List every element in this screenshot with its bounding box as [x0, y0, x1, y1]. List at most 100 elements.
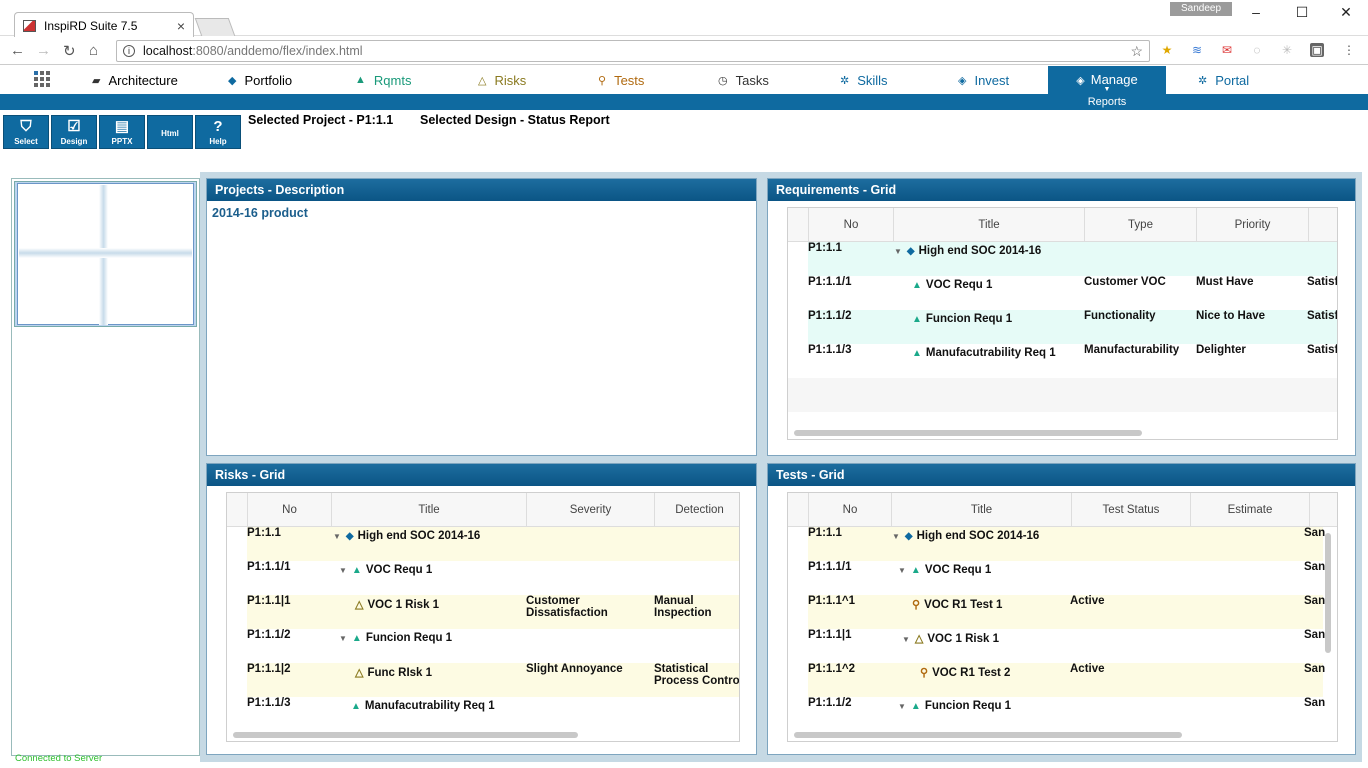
- table-row[interactable]: P1:1.1/1 ▲ VOC Requ 1 Customer VOC Must H…: [808, 276, 1337, 310]
- bookmark-star-icon[interactable]: ☆: [1130, 43, 1143, 60]
- nav-tasks[interactable]: ◷ Tasks: [718, 66, 769, 94]
- col-header[interactable]: Detection: [654, 493, 739, 527]
- chevron-down-icon: ▼: [1103, 86, 1111, 93]
- title-text: VOC R1 Test 1: [924, 599, 1003, 611]
- expand-icon[interactable]: ▼: [898, 566, 906, 575]
- col-header[interactable]: Test Status: [1071, 493, 1190, 527]
- reload-icon[interactable]: ↻: [63, 42, 76, 60]
- cell-no: P1:1.1/1: [808, 276, 852, 288]
- table-row[interactable]: P1:1.1/1 ▼ ▲ VOC Requ 1 San: [808, 561, 1325, 595]
- cell-title: ▼ ◆ High end SOC 2014-16: [333, 530, 480, 542]
- expand-icon[interactable]: ▼: [894, 247, 902, 256]
- table-row[interactable]: P1:1.1|1 △ VOC 1 Risk 1 Customer Dissatis…: [247, 595, 739, 629]
- cell-priority: Nice to Have: [1196, 310, 1266, 322]
- extension-snow-icon[interactable]: ✳: [1280, 43, 1294, 57]
- title-text: Funcion Requ 1: [365, 632, 453, 644]
- cell-no: P1:1.1: [808, 527, 842, 539]
- nav-rqmts[interactable]: ▲ Rqmts: [355, 66, 411, 94]
- cell-no: P1:1.1: [808, 242, 842, 254]
- forward-icon[interactable]: →: [36, 42, 51, 59]
- nav-risks[interactable]: △ Risks: [478, 66, 526, 94]
- table-row[interactable]: P1:1.1^1 ⚲ VOC R1 Test 1 Active San: [808, 595, 1325, 629]
- apps-grid-icon[interactable]: [32, 70, 54, 88]
- col-header[interactable]: Title: [891, 493, 1071, 527]
- select-button[interactable]: ⛉ Select: [3, 115, 49, 149]
- col-header[interactable]: Severity: [526, 493, 654, 527]
- triangle-icon: ▲: [351, 565, 362, 576]
- col-header[interactable]: Type: [1084, 208, 1196, 242]
- col-header[interactable]: No: [808, 493, 891, 527]
- triangle-icon: ▲: [910, 701, 921, 712]
- table-row[interactable]: P1:1.1/2 ▲ Funcion Requ 1 Functionality N…: [808, 310, 1337, 344]
- col-header[interactable]: Priority: [1196, 208, 1308, 242]
- nav-manage-label[interactable]: ◈ Manage ▼: [1048, 72, 1166, 93]
- table-row[interactable]: P1:1.1/3 ▲ Manufacutrability Req 1 Manufa…: [808, 344, 1337, 378]
- nav-skills[interactable]: ✲ Skills: [840, 66, 888, 94]
- nav-tests[interactable]: ⚲ Tests: [598, 66, 644, 94]
- expand-icon[interactable]: ▼: [339, 566, 347, 575]
- table-row[interactable]: P1:1.1|1 ▼ △ VOC 1 Risk 1 San: [808, 629, 1325, 663]
- nav-portfolio[interactable]: ◆ Portfolio: [228, 66, 292, 94]
- new-tab-button[interactable]: [194, 18, 236, 36]
- extension-star-icon[interactable]: ★: [1160, 43, 1174, 57]
- help-button[interactable]: ? Help: [195, 115, 241, 149]
- cell-title: ▼ ▲ Funcion Requ 1: [898, 700, 1011, 712]
- cell-severity: Slight Annoyance: [526, 663, 623, 675]
- minimize-icon[interactable]: –: [1244, 4, 1268, 20]
- back-icon[interactable]: ←: [10, 42, 25, 59]
- pptx-button[interactable]: ▤ PPTX: [99, 115, 145, 149]
- horizontal-scrollbar[interactable]: [233, 732, 578, 738]
- nav-label: Tests: [614, 72, 645, 88]
- user-badge[interactable]: Sandeep: [1170, 2, 1232, 16]
- expand-icon[interactable]: ▼: [902, 635, 910, 644]
- col-header[interactable]: Title: [331, 493, 526, 527]
- browser-tab[interactable]: InspiRD Suite 7.5 ×: [14, 12, 194, 38]
- html-button[interactable]: Html: [147, 115, 193, 149]
- col-header[interactable]: Estimate: [1190, 493, 1309, 527]
- horizontal-scrollbar[interactable]: [794, 430, 1142, 436]
- table-row[interactable]: P1:1.1 ▼ ◆ High end SOC 2014-16: [247, 527, 739, 561]
- info-icon[interactable]: i: [123, 45, 135, 57]
- col-header[interactable]: No: [247, 493, 331, 527]
- table-row[interactable]: P1:1.1|2 △ Func RIsk 1 Slight Annoyance S…: [247, 663, 739, 697]
- skype-icon[interactable]: ◌: [1250, 43, 1264, 57]
- close-tab-icon[interactable]: ×: [177, 18, 185, 34]
- table-row[interactable]: P1:1.1 ▼ ◆ High end SOC 2014-16: [808, 242, 1337, 276]
- url-bar[interactable]: i localhost:8080/anddemo/flex/index.html…: [116, 40, 1150, 62]
- extension-stack-icon[interactable]: ≋: [1190, 43, 1204, 57]
- table-row[interactable]: P1:1.1/2 ▼ ▲ Funcion Requ 1: [247, 629, 739, 663]
- vertical-scrollbar[interactable]: [1325, 533, 1331, 653]
- table-row[interactable]: P1:1.1^2 ⚲ VOC R1 Test 2 Active San: [808, 663, 1326, 697]
- browser-menu-icon[interactable]: ⋮: [1342, 43, 1356, 57]
- cell-title: ▲ Manufacutrability Req 1: [351, 700, 495, 712]
- horizontal-scrollbar[interactable]: [794, 732, 1182, 738]
- table-row[interactable]: P1:1.1/3 ▲ Manufacutrability Req 1: [247, 697, 739, 731]
- table-row[interactable]: P1:1.1/2 ▼ ▲ Funcion Requ 1 San: [808, 697, 1325, 731]
- expand-icon[interactable]: ▼: [892, 532, 900, 541]
- expand-icon[interactable]: ▼: [898, 702, 906, 711]
- nav-portal[interactable]: ✲ Portal: [1198, 66, 1249, 94]
- maximize-icon[interactable]: ☐: [1290, 4, 1314, 20]
- panel-title: Tests - Grid: [768, 464, 1355, 486]
- nav-architecture[interactable]: ▰ Architecture: [92, 66, 178, 94]
- diamond-icon: ◆: [906, 246, 915, 257]
- close-window-icon[interactable]: ✕: [1334, 4, 1358, 20]
- home-icon[interactable]: ⌂: [89, 42, 98, 59]
- table-row[interactable]: P1:1.1/1 ▼ ▲ VOC Requ 1: [247, 561, 739, 595]
- table-row[interactable]: P1:1.1 ▼ ◆ High end SOC 2014-16 San: [808, 527, 1325, 561]
- design-button[interactable]: ☑ Design: [51, 115, 97, 149]
- nav-reports[interactable]: Reports: [1048, 96, 1166, 108]
- gmail-icon[interactable]: ✉: [1220, 43, 1234, 57]
- nav-invest[interactable]: ◈ Invest: [958, 66, 1009, 94]
- cell-no: P1:1.1/2: [247, 629, 291, 641]
- expand-icon[interactable]: ▼: [339, 634, 347, 643]
- extension-box-icon[interactable]: ▣: [1310, 43, 1324, 57]
- cell-type: Manufacturability: [1084, 344, 1180, 356]
- col-header[interactable]: No: [808, 208, 893, 242]
- col-header[interactable]: Title: [893, 208, 1084, 242]
- tests-grid[interactable]: No Title Test Status Estimate P1:1.1 ▼ ◆ H…: [787, 492, 1338, 742]
- expand-icon[interactable]: ▼: [333, 532, 341, 541]
- risks-grid[interactable]: No Title Severity Detection P1:1.1 ▼ ◆ Hig…: [226, 492, 740, 742]
- cell-owner: San: [1304, 663, 1326, 675]
- requirements-grid[interactable]: No Title Type Priority P1:1.1 ▼ ◆ High end…: [787, 207, 1338, 440]
